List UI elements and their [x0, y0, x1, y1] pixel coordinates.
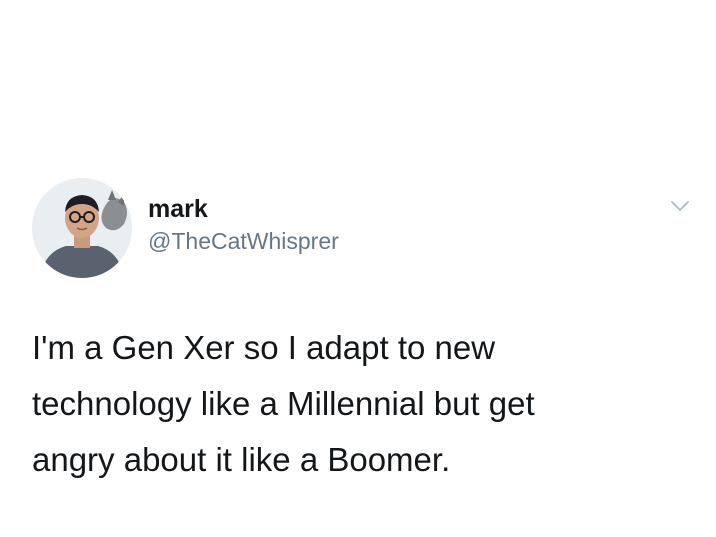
display-name[interactable]: mark [148, 193, 339, 225]
tweet-text-line: I'm a Gen Xer so I adapt to new [32, 329, 496, 366]
user-info: mark @TheCatWhisprer [148, 193, 339, 256]
tweet-menu-button[interactable] [669, 198, 691, 214]
tweet-text-line: angry about it like a Boomer. [32, 441, 451, 478]
chevron-down-icon [671, 201, 689, 211]
tweet-text-line: technology like a Millennial but get [32, 385, 535, 422]
tweet-text: I'm a Gen Xer so I adapt to new technolo… [32, 320, 682, 488]
avatar[interactable] [32, 178, 132, 278]
avatar-photo [32, 178, 132, 278]
tweet-card: mark @TheCatWhisprer I'm a Gen Xer so I … [0, 0, 716, 537]
user-handle[interactable]: @TheCatWhisprer [148, 226, 339, 256]
